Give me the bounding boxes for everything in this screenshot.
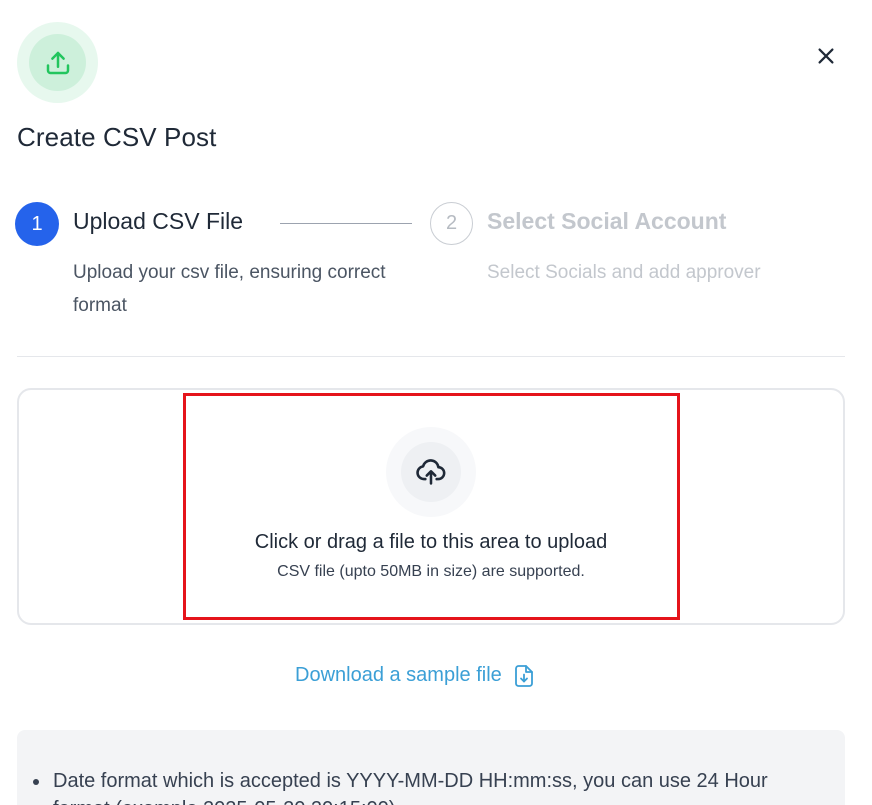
cloud-upload-icon bbox=[416, 459, 446, 485]
step-2-title: Select Social Account bbox=[487, 208, 727, 234]
header-icon-ring bbox=[29, 34, 86, 91]
step-1-description: Upload your csv file, ensuring correct f… bbox=[73, 262, 386, 316]
close-icon bbox=[818, 48, 834, 64]
close-button[interactable] bbox=[810, 40, 842, 72]
dropzone-subtitle: CSV file (upto 50MB in size) are support… bbox=[277, 563, 585, 580]
info-list: Date format which is accepted is YYYY-MM… bbox=[33, 767, 813, 805]
section-divider bbox=[17, 356, 845, 357]
dialog-title: Create CSV Post bbox=[17, 122, 217, 152]
info-list-item: Date format which is accepted is YYYY-MM… bbox=[33, 767, 813, 805]
upload-icon-ring bbox=[401, 442, 461, 502]
dropzone-title: Click or drag a file to this area to upl… bbox=[254, 531, 608, 553]
download-sample-label: Download a sample file bbox=[295, 664, 502, 686]
upload-icon-badge bbox=[386, 427, 476, 517]
download-sample-link[interactable]: Download a sample file bbox=[295, 664, 534, 687]
header-icon-badge bbox=[17, 22, 98, 103]
step-1-number: 1 bbox=[15, 202, 59, 246]
step-2-description: Select Socials and add approver bbox=[487, 262, 761, 283]
step-connector bbox=[280, 223, 412, 224]
step-2-number: 2 bbox=[430, 202, 473, 245]
file-download-icon bbox=[514, 664, 533, 687]
step-1-title: Upload CSV File bbox=[73, 208, 244, 234]
upload-tray-icon bbox=[46, 51, 69, 74]
